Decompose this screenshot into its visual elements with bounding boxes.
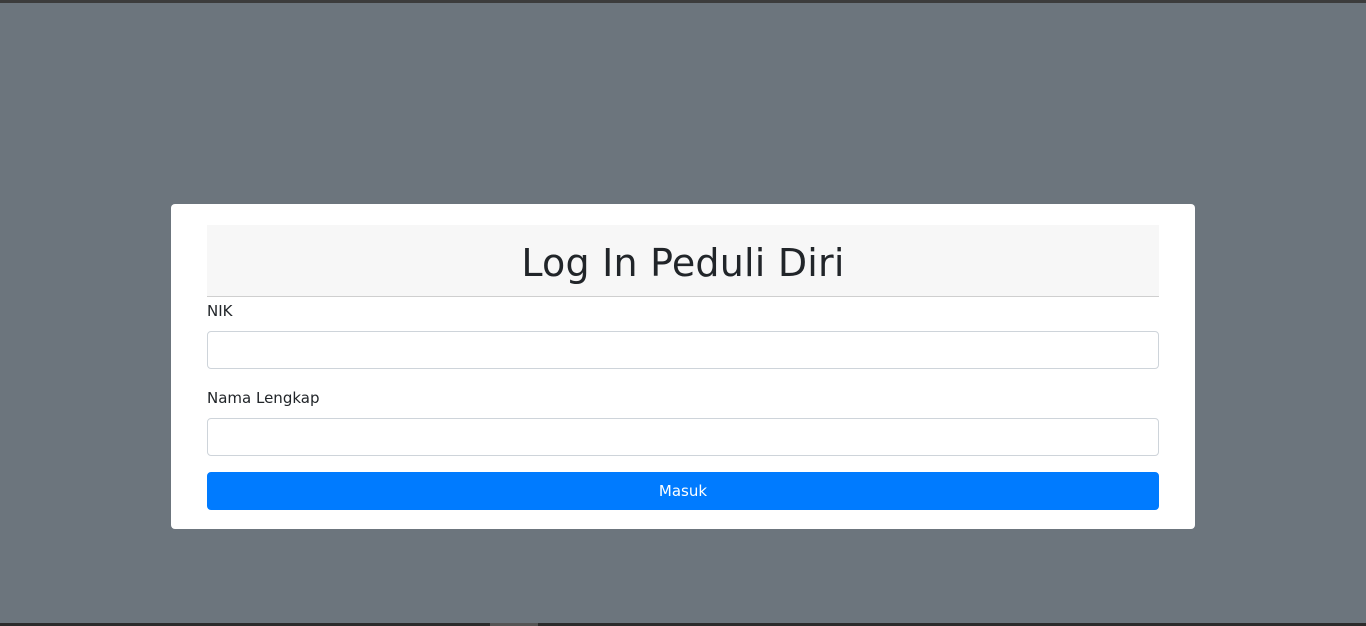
nama-lengkap-input[interactable] <box>207 418 1159 456</box>
login-card: Log In Peduli Diri NIK Nama Lengkap Masu… <box>171 204 1195 529</box>
login-form: NIK Nama Lengkap Masuk <box>207 299 1159 510</box>
window-top-edge <box>0 0 1366 3</box>
nama-lengkap-label: Nama Lengkap <box>207 389 320 407</box>
nik-input[interactable] <box>207 331 1159 369</box>
nik-label: NIK <box>207 302 233 320</box>
page-title: Log In Peduli Diri <box>521 240 845 285</box>
login-card-header: Log In Peduli Diri <box>207 225 1159 297</box>
masuk-button[interactable]: Masuk <box>207 472 1159 510</box>
